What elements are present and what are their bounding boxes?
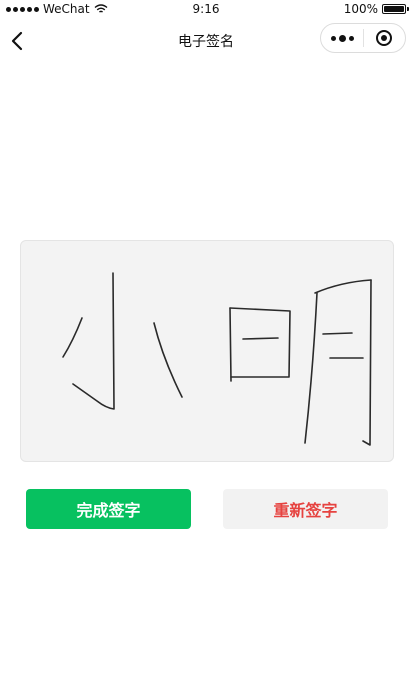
battery-icon xyxy=(382,4,409,14)
more-button[interactable] xyxy=(321,24,363,52)
status-bar: WeChat 9:16 100% xyxy=(0,0,412,20)
battery-percent: 100% xyxy=(343,2,378,16)
signature-pad[interactable] xyxy=(20,240,394,462)
status-right: 100% xyxy=(343,2,409,16)
confirm-signature-button[interactable]: 完成签字 xyxy=(26,489,191,529)
nav-bar: 电子签名 xyxy=(0,20,412,62)
close-button[interactable] xyxy=(364,24,405,52)
capsule-menu xyxy=(320,23,406,53)
close-target-icon xyxy=(376,30,393,46)
handwritten-signature xyxy=(62,272,372,446)
more-dots-icon xyxy=(330,35,336,41)
reset-signature-button[interactable]: 重新签字 xyxy=(223,489,388,529)
